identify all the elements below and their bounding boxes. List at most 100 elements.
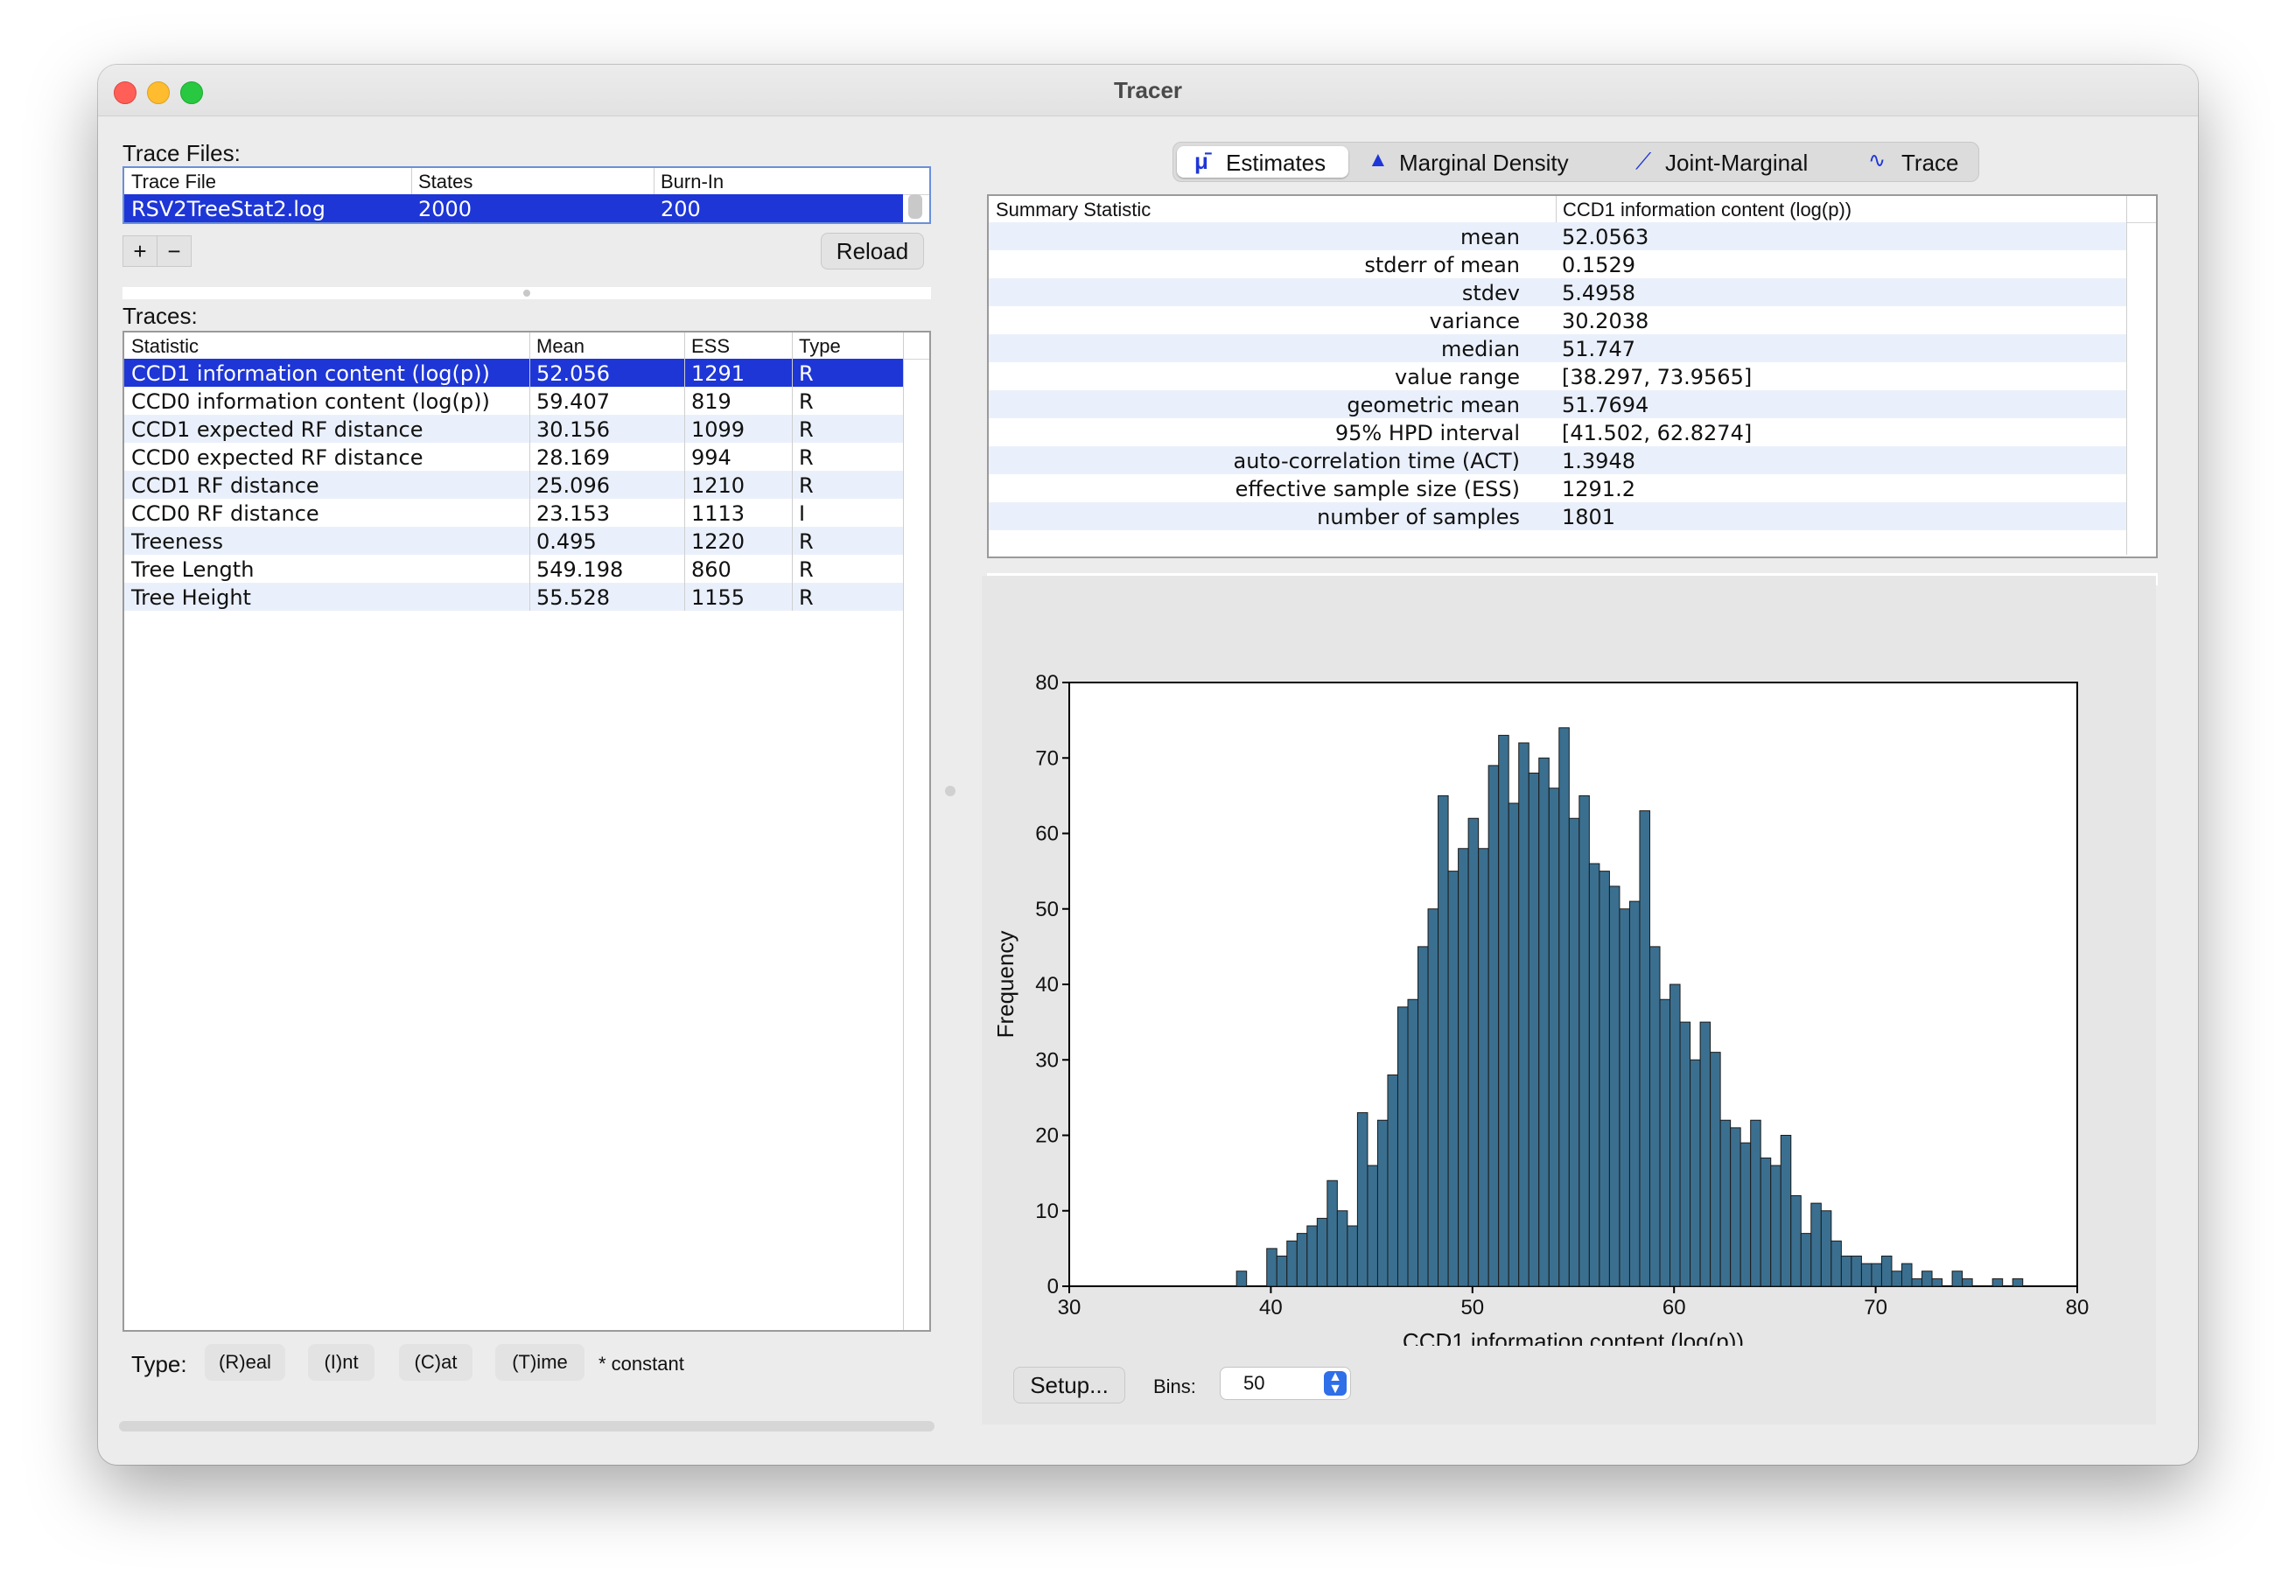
summary-row[interactable]: mean 52.0563 [989,222,2126,250]
trace-file-burnin[interactable]: 200 [661,197,701,221]
col-states[interactable]: States [418,171,472,193]
type-real-button[interactable]: (R)eal [205,1344,285,1381]
trace-mean: 549.198 [536,557,624,582]
plot-panel: 30 40 50 60 70 80 0 10 20 30 40 50 60 70 80 CCD1 inform… [982,576,2156,1424]
summary-key: stdev [1461,281,1520,305]
trace-row[interactable]: CCD1 RF distance 25.096 1210 R [124,471,903,499]
constant-note: * constant [598,1353,684,1375]
trace-mean: 55.528 [536,585,610,610]
bins-select[interactable]: 50 ▲ ▼ [1220,1367,1351,1400]
trace-type: R [799,529,814,554]
trace-ess: 1099 [691,417,746,442]
type-int-button[interactable]: (I)nt [308,1344,374,1381]
left-horizontal-scrollbar[interactable] [119,1421,934,1432]
summary-row[interactable]: effective sample size (ESS) 1291.2 [989,474,2126,502]
main-splitter-handle[interactable] [945,786,956,796]
histogram-bar [1347,1225,1358,1287]
tab-marginal-density[interactable]: ▲ Marginal Density [1364,146,1618,178]
reload-button[interactable]: Reload [821,233,924,270]
trace-row[interactable]: CCD1 expected RF distance 30.156 1099 R [124,415,903,443]
add-trace-file-button[interactable]: + [122,235,158,267]
summary-row[interactable]: 95% HPD interval [41.502, 62.8274] [989,418,2126,446]
summary-statistics-table[interactable]: Summary Statistic CCD1 information conte… [987,194,2158,558]
trace-ess: 860 [691,557,732,582]
summary-value: [38.297, 73.9565] [1562,365,1753,389]
histogram-bar [1911,1278,1923,1287]
trace-type: I [799,501,806,526]
type-cat-button[interactable]: (C)at [399,1344,472,1381]
x-axis-label: CCD1 information content (log(p)) [1403,1328,1744,1346]
col-burn-in[interactable]: Burn-In [661,171,724,193]
histogram-bar [1790,1195,1802,1287]
col-summary-statistic[interactable]: Summary Statistic [996,199,1151,221]
setup-button[interactable]: Setup... [1013,1367,1125,1404]
histogram-bar [1326,1180,1338,1287]
summary-row[interactable]: geometric mean 51.7694 [989,390,2126,418]
col-type[interactable]: Type [799,335,841,358]
summary-key: variance [1429,309,1520,333]
histogram-bar [1628,900,1641,1287]
x-tick-label: 80 [2066,1296,2090,1320]
trace-row[interactable]: CCD0 information content (log(p)) 59.407 8… [124,387,903,415]
trace-file-row[interactable]: RSV2TreeStat2.log 2000 200 [124,194,903,222]
histogram-bar [1951,1270,1964,1287]
histogram-bar [1336,1210,1348,1287]
type-time-button[interactable]: (T)ime [495,1344,584,1381]
histogram-bar [1356,1112,1368,1287]
histogram-bar [1578,794,1590,1287]
summary-row[interactable]: value range [38.297, 73.9565] [989,362,2126,390]
histogram-bar [1588,863,1600,1287]
trace-files-table[interactable]: Trace File States Burn-In RSV2TreeStat2.… [122,166,931,224]
histogram-bar [1659,998,1671,1287]
trace-row[interactable]: Tree Length 549.198 860 R [124,555,903,583]
summary-row[interactable]: median 51.747 [989,334,2126,362]
summary-value: 52.0563 [1562,225,1649,249]
col-trace-file[interactable]: Trace File [131,171,216,193]
tab-trace[interactable]: ∿ Trace [1865,146,1975,178]
trace-statistic: Tree Length [131,557,255,582]
trace-icon: ∿ [1868,149,1886,172]
trace-files-scrollbar[interactable] [908,194,922,219]
histogram-bar [1931,1278,1943,1287]
summary-row[interactable]: stdev 5.4958 [989,278,2126,306]
histogram-bar [1548,788,1560,1287]
summary-row[interactable]: variance 30.2038 [989,306,2126,334]
histogram-bar [1962,1278,1973,1287]
trace-row[interactable]: CCD0 expected RF distance 28.169 994 R [124,443,903,471]
tab-joint-marginal[interactable]: ⟋ Joint-Marginal [1632,146,1851,178]
histogram-bar [1690,1059,1701,1287]
col-mean[interactable]: Mean [536,335,584,358]
col-statistic[interactable]: Statistic [131,335,199,358]
col-ess[interactable]: ESS [691,335,730,358]
traces-table[interactable]: Statistic Mean ESS Type CCD1 information… [122,331,931,1332]
histogram-bar [1296,1233,1308,1287]
summary-row[interactable]: number of samples 1801 [989,502,2126,530]
left-splitter[interactable] [122,287,931,299]
col-summary-value[interactable]: CCD1 information content (log(p)) [1563,199,1852,221]
density-icon: ▲ [1368,148,1389,172]
trace-row[interactable]: CCD0 RF distance 23.153 1113 I [124,499,903,527]
trace-row[interactable]: Treeness 0.495 1220 R [124,527,903,555]
histogram-bar [1427,908,1439,1287]
trace-row[interactable]: Tree Height 55.528 1155 R [124,583,903,611]
trace-type: R [799,417,814,442]
tab-estimates[interactable]: μ̄ Estimates [1177,146,1348,178]
stepper-arrows-icon[interactable]: ▲ ▼ [1324,1370,1347,1396]
histogram-bar [1558,727,1570,1287]
trace-file-states: 2000 [418,197,472,221]
trace-files-header: Trace File States Burn-In [124,168,929,195]
trace-ess: 819 [691,389,732,414]
y-tick-label: 0 [1047,1275,1059,1298]
histogram-bar [1730,1127,1741,1287]
histogram-bar [1467,817,1480,1287]
remove-trace-file-button[interactable]: − [157,235,192,267]
trace-statistic: CCD0 information content (log(p)) [131,389,490,414]
summary-key: auto-correlation time (ACT) [1233,449,1520,473]
summary-row[interactable]: auto-correlation time (ACT) 1.3948 [989,446,2126,474]
histogram-bar [1800,1233,1812,1287]
trace-type: R [799,473,814,498]
summary-row[interactable]: stderr of mean 0.1529 [989,250,2126,278]
histogram-bar [1306,1225,1318,1287]
mu-icon: μ̄ [1194,148,1208,174]
trace-row[interactable]: CCD1 information content (log(p)) 52.056 1… [124,359,903,387]
